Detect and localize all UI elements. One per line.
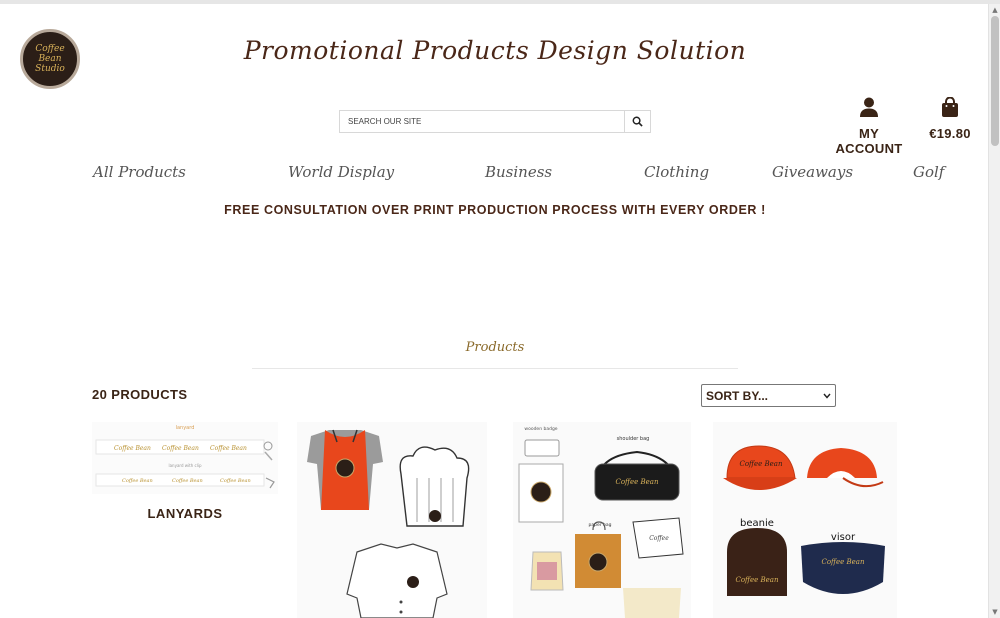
svg-text:Coffee Bean: Coffee Bean xyxy=(821,558,865,566)
svg-text:Coffee Bean: Coffee Bean xyxy=(615,478,659,486)
search-bar xyxy=(339,110,651,133)
scroll-up-icon[interactable]: ▲ xyxy=(991,6,999,14)
lanyard-clip-caption: lanyard with clip xyxy=(168,463,201,468)
svg-text:Coffee Bean: Coffee Bean xyxy=(172,478,203,484)
account-label: MY ACCOUNT xyxy=(835,126,903,156)
shopping-bag-icon xyxy=(942,96,958,117)
product-card-bags[interactable]: wooden badge shoulder bag Coffee Bean pa… xyxy=(513,422,691,618)
paper-bag-caption: paper bag xyxy=(589,522,612,528)
svg-text:Coffee Bean: Coffee Bean xyxy=(739,460,783,468)
bags-image: wooden badge shoulder bag Coffee Bean pa… xyxy=(513,422,691,618)
user-icon xyxy=(860,97,878,117)
search-button[interactable] xyxy=(624,111,650,132)
svg-text:Coffee Bean: Coffee Bean xyxy=(114,445,151,452)
top-border xyxy=(0,0,1000,4)
shoulder-bag-caption: shoulder bag xyxy=(617,436,650,442)
nav-all-products[interactable]: All Products xyxy=(93,163,186,181)
sort-select[interactable]: SORT BY... xyxy=(701,384,836,407)
lanyard-image: lanyard Coffee Bean Coffee Bean Coffee B… xyxy=(92,422,278,494)
nav-giveaways[interactable]: Giveaways xyxy=(772,163,853,181)
svg-text:Coffee Bean: Coffee Bean xyxy=(162,445,199,452)
headwear-image: Coffee Bean beanie Coffee Bean visor Cof… xyxy=(713,422,897,618)
product-card-lanyards[interactable]: lanyard Coffee Bean Coffee Bean Coffee B… xyxy=(92,422,278,532)
products-heading: Products xyxy=(465,340,525,355)
nav-golf[interactable]: Golf xyxy=(913,163,944,181)
search-icon xyxy=(632,116,643,127)
my-account-link[interactable]: MY ACCOUNT xyxy=(834,97,904,156)
nav-world-display[interactable]: World Display xyxy=(288,163,394,181)
scroll-down-icon[interactable]: ▼ xyxy=(991,608,999,616)
wooden-badge-caption: wooden badge xyxy=(524,426,557,432)
search-input[interactable] xyxy=(340,111,624,132)
chevron-down-icon xyxy=(823,393,831,399)
nav-business[interactable]: Business xyxy=(485,163,552,181)
product-name: LANYARDS xyxy=(147,506,223,521)
svg-text:Coffee: Coffee xyxy=(649,535,669,542)
product-card-headwear[interactable]: Coffee Bean beanie Coffee Bean visor Cof… xyxy=(713,422,897,618)
page-scrollbar[interactable]: ▲ ▼ xyxy=(988,4,1000,618)
lanyard-caption: lanyard xyxy=(176,425,195,431)
svg-text:Coffee Bean: Coffee Bean xyxy=(122,478,153,484)
main-nav: All Products World Display Business Clot… xyxy=(0,163,990,185)
site-title: Promotional Products Design Solution xyxy=(243,36,747,65)
product-card-apparel[interactable] xyxy=(297,422,487,618)
cart-total: €19.80 xyxy=(929,126,971,141)
section-divider xyxy=(252,368,738,369)
svg-text:Coffee Bean: Coffee Bean xyxy=(220,478,251,484)
chef-apparel-image xyxy=(297,422,487,618)
svg-text:Coffee Bean: Coffee Bean xyxy=(735,576,779,584)
scroll-thumb[interactable] xyxy=(991,16,999,146)
svg-text:Coffee Bean: Coffee Bean xyxy=(210,445,247,452)
cart-link[interactable]: €19.80 xyxy=(928,96,972,141)
nav-clothing[interactable]: Clothing xyxy=(644,163,709,181)
sort-label: SORT BY... xyxy=(706,388,769,403)
beanie-caption: beanie xyxy=(740,518,774,529)
product-count: 20 PRODUCTS xyxy=(92,387,188,402)
visor-caption: visor xyxy=(831,532,856,543)
promo-banner: FREE CONSULTATION OVER PRINT PRODUCTION … xyxy=(224,203,766,217)
